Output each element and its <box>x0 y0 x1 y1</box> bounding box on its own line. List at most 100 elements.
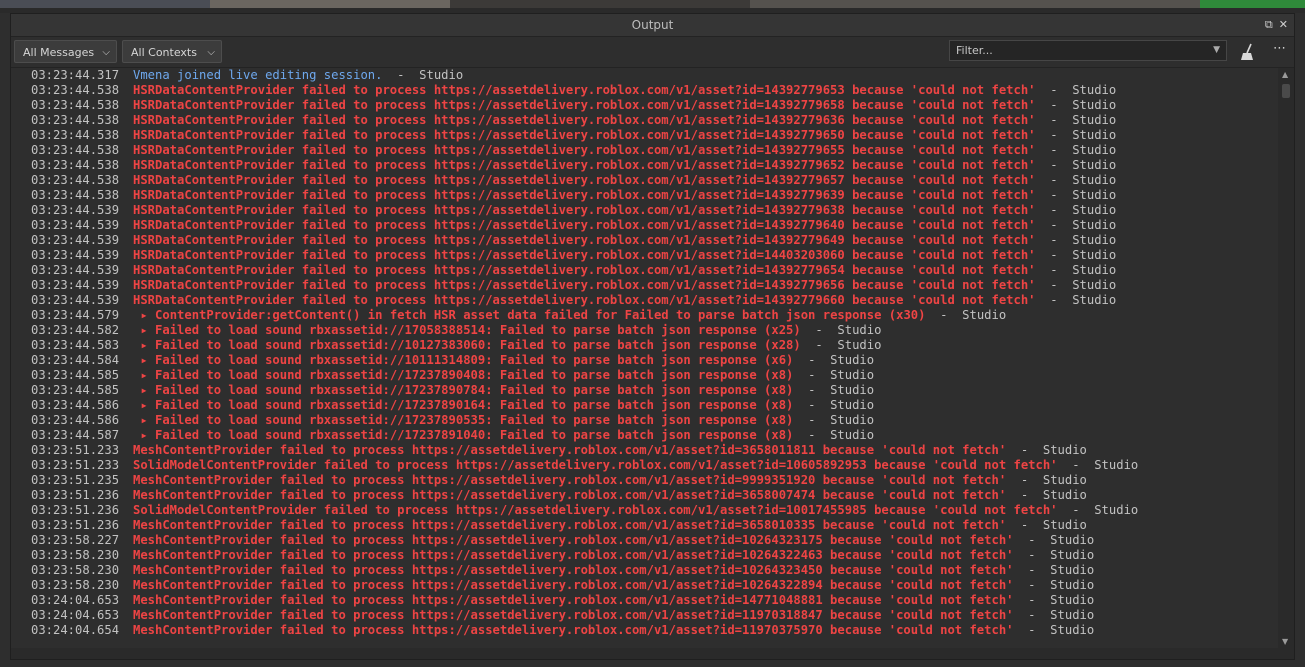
log-source: - Studio <box>1057 503 1139 517</box>
log-row[interactable]: 03:23:44.539 HSRDataContentProvider faile… <box>11 233 1278 248</box>
log-row[interactable]: 03:23:44.538 HSRDataContentProvider faile… <box>11 173 1278 188</box>
log-row[interactable]: 03:23:44.317 Vmena joined live editing se… <box>11 68 1278 83</box>
log-source: - Studio <box>1057 458 1139 472</box>
log-row[interactable]: 03:23:44.539 HSRDataContentProvider faile… <box>11 218 1278 233</box>
log-timestamp: 03:23:44.582 <box>31 323 120 337</box>
log-message-text: Failed to load sound rbxassetid://172378… <box>155 368 794 382</box>
log-source: - Studio <box>1035 128 1117 142</box>
scroll-thumb[interactable] <box>1282 84 1290 98</box>
horizontal-scrollbar[interactable] <box>11 648 1294 659</box>
log-row[interactable]: 03:23:44.584 ▸ Failed to load sound rbxa… <box>11 353 1278 368</box>
panel-titlebar[interactable]: Output ⧉ ✕ <box>11 14 1294 37</box>
vertical-scrollbar[interactable]: ▲ ▼ <box>1278 68 1294 648</box>
log-message: SolidModelContentProvider failed to proc… <box>133 458 1058 472</box>
output-log[interactable]: 03:23:44.317 Vmena joined live editing se… <box>11 68 1278 648</box>
log-timestamp: 03:23:44.539 <box>31 263 120 277</box>
scroll-up-icon[interactable]: ▲ <box>1282 70 1288 79</box>
expand-arrow-icon[interactable]: ▸ <box>133 413 155 427</box>
log-message-text: HSRDataContentProvider failed to process… <box>133 293 1036 307</box>
log-message-text: MeshContentProvider failed to process ht… <box>133 548 1014 562</box>
log-row[interactable]: 03:23:44.539 HSRDataContentProvider faile… <box>11 293 1278 308</box>
log-message-text: MeshContentProvider failed to process ht… <box>133 443 1007 457</box>
log-row[interactable]: 03:23:44.585 ▸ Failed to load sound rbxa… <box>11 383 1278 398</box>
contexts-filter-dropdown[interactable]: All Contexts ⌵ <box>122 40 222 63</box>
filter-dropdown-icon[interactable]: ▼ <box>1213 41 1220 60</box>
log-row[interactable]: 03:23:44.582 ▸ Failed to load sound rbxa… <box>11 323 1278 338</box>
log-row[interactable]: 03:23:44.538 HSRDataContentProvider faile… <box>11 188 1278 203</box>
log-row[interactable]: 03:23:51.233 MeshContentProvider failed t… <box>11 443 1278 458</box>
log-row[interactable]: 03:23:51.236 MeshContentProvider failed t… <box>11 488 1278 503</box>
log-row[interactable]: 03:23:44.583 ▸ Failed to load sound rbxa… <box>11 338 1278 353</box>
expand-arrow-icon[interactable]: ▸ <box>133 323 155 337</box>
log-row[interactable]: 03:23:44.538 HSRDataContentProvider faile… <box>11 158 1278 173</box>
expand-arrow-icon[interactable]: ▸ <box>133 353 155 367</box>
log-source: - Studio <box>793 398 875 412</box>
log-source: - Studio <box>1006 473 1087 487</box>
log-source: - Studio <box>793 428 875 442</box>
log-source: - Studio <box>793 413 875 427</box>
log-row[interactable]: 03:24:04.654 MeshContentProvider failed t… <box>11 623 1278 638</box>
log-row[interactable]: 03:23:58.230 MeshContentProvider failed t… <box>11 563 1278 578</box>
log-row[interactable]: 03:23:51.233 SolidModelContentProvider fa… <box>11 458 1278 473</box>
log-row[interactable]: 03:23:51.236 MeshContentProvider failed t… <box>11 518 1278 533</box>
log-row[interactable]: 03:24:04.653 MeshContentProvider failed t… <box>11 608 1278 623</box>
log-row[interactable]: 03:23:44.586 ▸ Failed to load sound rbxa… <box>11 398 1278 413</box>
log-timestamp: 03:23:44.539 <box>31 203 120 217</box>
log-message: HSRDataContentProvider failed to process… <box>133 293 1036 307</box>
close-icon[interactable]: ✕ <box>1279 14 1288 36</box>
clear-output-icon[interactable] <box>1239 43 1257 61</box>
expand-arrow-icon[interactable]: ▸ <box>133 368 155 382</box>
output-panel: Output ⧉ ✕ All Messages ⌵ All Contexts ⌵… <box>10 13 1295 660</box>
log-row[interactable]: 03:23:44.539 HSRDataContentProvider faile… <box>11 203 1278 218</box>
log-row[interactable]: 03:23:44.585 ▸ Failed to load sound rbxa… <box>11 368 1278 383</box>
log-row[interactable]: 03:23:44.539 HSRDataContentProvider faile… <box>11 263 1278 278</box>
log-row[interactable]: 03:23:44.538 HSRDataContentProvider faile… <box>11 143 1278 158</box>
log-row[interactable]: 03:24:04.653 MeshContentProvider failed t… <box>11 593 1278 608</box>
log-row[interactable]: 03:23:51.236 SolidModelContentProvider fa… <box>11 503 1278 518</box>
log-timestamp: 03:23:44.584 <box>31 353 120 367</box>
log-timestamp: 03:23:44.538 <box>31 188 120 202</box>
scroll-down-icon[interactable]: ▼ <box>1282 637 1288 646</box>
log-row[interactable]: 03:23:44.538 HSRDataContentProvider faile… <box>11 128 1278 143</box>
log-timestamp: 03:23:44.539 <box>31 233 120 247</box>
log-row[interactable]: 03:23:58.230 MeshContentProvider failed t… <box>11 578 1278 593</box>
log-message-text: Vmena joined live editing session. <box>133 68 383 82</box>
log-row[interactable]: 03:23:58.227 MeshContentProvider failed t… <box>11 533 1278 548</box>
expand-arrow-icon[interactable]: ▸ <box>133 398 155 412</box>
log-message: ▸ Failed to load sound rbxassetid://1723… <box>133 428 793 442</box>
expand-arrow-icon[interactable]: ▸ <box>133 383 155 397</box>
log-row[interactable]: 03:23:44.539 HSRDataContentProvider faile… <box>11 248 1278 263</box>
log-timestamp: 03:23:44.538 <box>31 83 120 97</box>
log-row[interactable]: 03:23:44.586 ▸ Failed to load sound rbxa… <box>11 413 1278 428</box>
log-row[interactable]: 03:23:58.230 MeshContentProvider failed t… <box>11 548 1278 563</box>
log-timestamp: 03:23:51.233 <box>31 458 120 472</box>
filter-input[interactable]: Filter... ▼ <box>949 40 1227 61</box>
log-timestamp: 03:23:51.235 <box>31 473 120 487</box>
log-source: - Studio <box>800 338 882 352</box>
log-message: ▸ Failed to load sound rbxassetid://1723… <box>133 368 793 382</box>
log-timestamp: 03:23:44.539 <box>31 278 120 292</box>
undock-icon[interactable]: ⧉ <box>1265 14 1273 36</box>
filter-placeholder: Filter... <box>956 44 993 57</box>
log-row[interactable]: 03:23:44.539 HSRDataContentProvider faile… <box>11 278 1278 293</box>
log-message-text: HSRDataContentProvider failed to process… <box>133 233 1036 247</box>
log-row[interactable]: 03:23:51.235 MeshContentProvider failed t… <box>11 473 1278 488</box>
log-row[interactable]: 03:23:44.538 HSRDataContentProvider faile… <box>11 83 1278 98</box>
log-row[interactable]: 03:23:44.587 ▸ Failed to load sound rbxa… <box>11 428 1278 443</box>
log-message: ▸ Failed to load sound rbxassetid://1723… <box>133 398 793 412</box>
messages-filter-dropdown[interactable]: All Messages ⌵ <box>14 40 117 63</box>
log-message: HSRDataContentProvider failed to process… <box>133 158 1036 172</box>
log-timestamp: 03:23:44.538 <box>31 143 120 157</box>
log-message: ▸ Failed to load sound rbxassetid://1723… <box>133 383 793 397</box>
log-timestamp: 03:23:44.585 <box>31 383 120 397</box>
log-row[interactable]: 03:23:44.538 HSRDataContentProvider faile… <box>11 98 1278 113</box>
log-row[interactable]: 03:23:44.579 ▸ ContentProvider:getConten… <box>11 308 1278 323</box>
expand-arrow-icon[interactable]: ▸ <box>133 308 155 322</box>
log-row[interactable]: 03:23:44.538 HSRDataContentProvider faile… <box>11 113 1278 128</box>
log-message: HSRDataContentProvider failed to process… <box>133 248 1036 262</box>
log-source: - Studio <box>1013 593 1095 607</box>
more-options-icon[interactable]: ⋯ <box>1273 41 1287 56</box>
expand-arrow-icon[interactable]: ▸ <box>133 338 155 352</box>
log-source: - Studio <box>1035 188 1117 202</box>
expand-arrow-icon[interactable]: ▸ <box>133 428 155 442</box>
